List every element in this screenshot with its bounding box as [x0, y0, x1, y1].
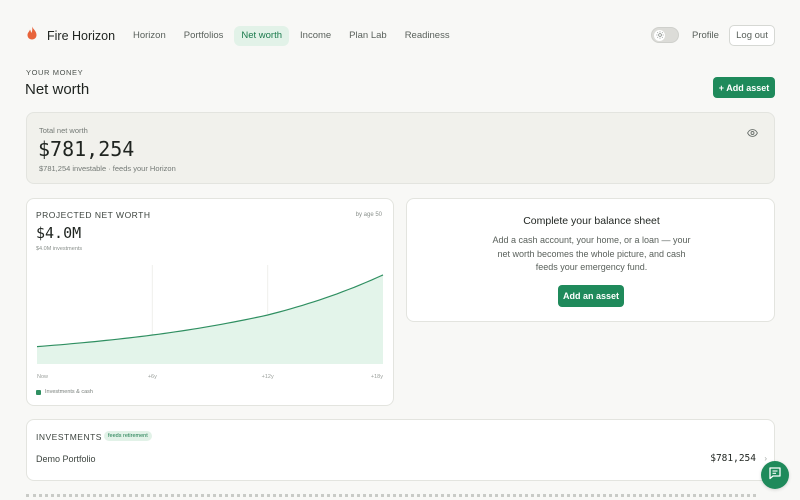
- chart-area-investments-cash: [37, 274, 383, 364]
- nav-tab-readiness[interactable]: Readiness: [398, 26, 457, 46]
- eye-icon[interactable]: [747, 124, 758, 142]
- projection-title: PROJECTED NET WORTH: [36, 210, 151, 220]
- total-subtext: $781,254 investable · feeds your Horizon: [39, 164, 176, 173]
- footer-text: [26, 494, 756, 497]
- main-nav: Horizon Portfolios Net worth Income Plan…: [126, 26, 457, 46]
- x-tick-label: +18y: [371, 374, 383, 380]
- projection-chart: Now +6y +12y +18y: [36, 265, 384, 380]
- projection-value: $4.0M: [36, 224, 82, 242]
- investment-name: Demo Portfolio: [36, 454, 96, 464]
- legend-label: Investments & cash: [45, 389, 93, 395]
- page-eyebrow: YOUR MONEY: [26, 68, 84, 77]
- logout-button[interactable]: Log out: [729, 25, 775, 46]
- brand[interactable]: Fire Horizon: [26, 26, 115, 45]
- theme-toggle[interactable]: [651, 27, 679, 43]
- balance-title: Complete your balance sheet: [523, 215, 660, 227]
- x-tick-label: +6y: [148, 374, 157, 380]
- investments-card: INVESTMENTS feeds retirement Demo Portfo…: [26, 419, 775, 481]
- projected-net-worth-card: PROJECTED NET WORTH by age 50 $4.0M $4.0…: [26, 198, 394, 406]
- investments-title: INVESTMENTS: [36, 432, 102, 442]
- add-asset-button[interactable]: + Add asset: [713, 77, 775, 98]
- feeds-retirement-badge: feeds retirement: [104, 431, 152, 441]
- nav-tab-net-worth[interactable]: Net worth: [234, 26, 290, 46]
- chevron-right-icon: ›: [764, 454, 767, 463]
- profile-link[interactable]: Profile: [692, 30, 719, 41]
- add-an-asset-button[interactable]: Add an asset: [558, 285, 624, 307]
- nav-tab-plan-lab[interactable]: Plan Lab: [342, 26, 394, 46]
- chat-icon: [768, 466, 782, 485]
- projection-age-note: by age 50: [355, 212, 382, 218]
- investment-row[interactable]: Demo Portfolio $781,254 ›: [27, 450, 776, 472]
- nav-tab-horizon[interactable]: Horizon: [126, 26, 173, 46]
- nav-tab-income[interactable]: Income: [293, 26, 338, 46]
- balance-sheet-card: Complete your balance sheet Add a cash a…: [406, 198, 775, 322]
- flame-icon: [26, 26, 38, 45]
- brand-name: Fire Horizon: [47, 28, 116, 43]
- top-bar: Fire Horizon Horizon Portfolios Net wort…: [0, 0, 800, 72]
- chat-button[interactable]: [761, 461, 789, 489]
- x-tick-label: +12y: [262, 374, 274, 380]
- projection-subtext: $4.0M investments: [36, 246, 83, 252]
- investment-value: $781,254: [710, 453, 756, 464]
- total-value: $781,254: [38, 137, 135, 161]
- x-tick-label: Now: [37, 374, 48, 380]
- balance-body: Add a cash account, your home, or a loan…: [492, 235, 691, 272]
- legend-swatch: [36, 389, 41, 395]
- sun-icon: [654, 29, 665, 41]
- page-title: Net worth: [25, 81, 90, 98]
- total-net-worth-card: Total net worth $781,254 $781,254 invest…: [26, 112, 775, 184]
- total-label: Total net worth: [39, 126, 88, 135]
- nav-tab-portfolios[interactable]: Portfolios: [177, 26, 231, 46]
- chart-legend: Investments & cash: [36, 389, 93, 395]
